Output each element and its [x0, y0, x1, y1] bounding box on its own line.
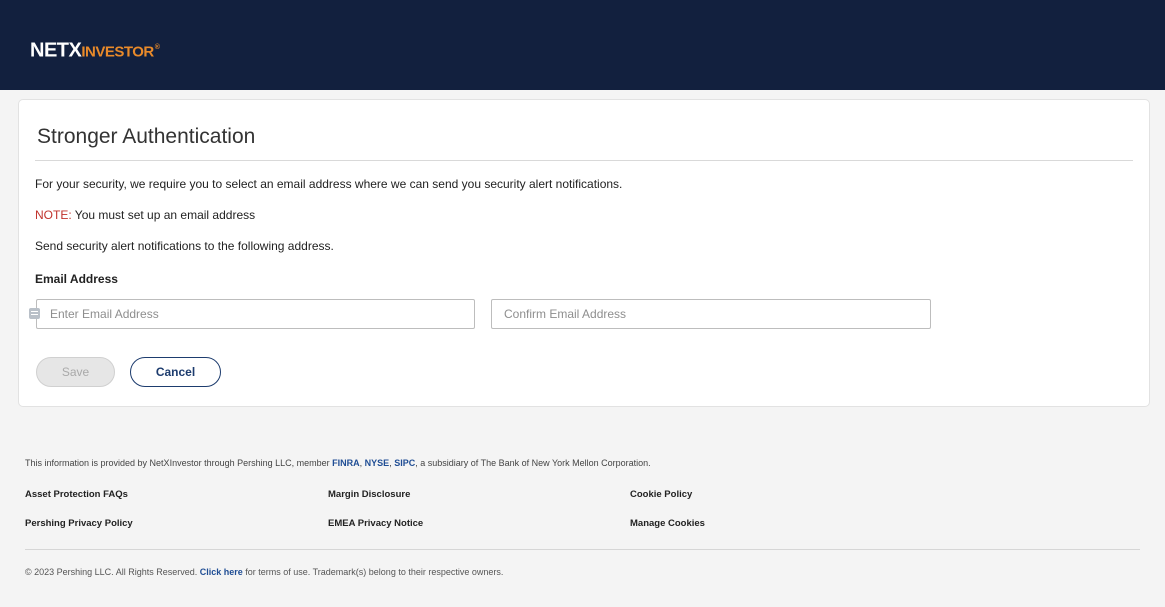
send-instruction-text: Send security alert notifications to the… [35, 239, 334, 253]
auth-card: Stronger Authentication For your securit… [18, 99, 1150, 407]
footer-link-margin-disclosure[interactable]: Margin Disclosure [328, 489, 410, 500]
copyright-text: © 2023 Pershing LLC. All Rights Reserved… [25, 567, 503, 577]
save-button[interactable]: Save [36, 357, 115, 387]
top-header: NETXINVESTOR® [0, 0, 1165, 90]
footer-disclosure: This information is provided by NetXInve… [25, 458, 651, 468]
confirm-email-input[interactable] [491, 299, 931, 329]
footer-link-cookie-policy[interactable]: Cookie Policy [630, 489, 692, 500]
disclosure-suffix: , a subsidiary of The Bank of New York M… [415, 458, 651, 468]
sipc-link[interactable]: SIPC [394, 458, 415, 468]
cancel-button[interactable]: Cancel [130, 357, 221, 387]
nyse-link[interactable]: NYSE [365, 458, 390, 468]
copyright-suffix: for terms of use. Trademark(s) belong to… [242, 567, 504, 577]
footer-link-pershing-privacy-policy[interactable]: Pershing Privacy Policy [25, 518, 133, 529]
title-divider [35, 160, 1133, 161]
footer-divider [25, 549, 1140, 550]
note-body: You must set up an email address [71, 208, 256, 222]
page-title: Stronger Authentication [37, 125, 256, 148]
disclosure-prefix: This information is provided by NetXInve… [25, 458, 333, 468]
copyright-prefix: © 2023 Pershing LLC. All Rights Reserved… [25, 567, 200, 577]
footer-link-asset-protection-faqs[interactable]: Asset Protection FAQs [25, 489, 128, 500]
finra-link[interactable]: FINRA [332, 458, 360, 468]
email-address-label: Email Address [35, 272, 118, 286]
logo-netx-text: NETX [30, 39, 82, 62]
note-label: NOTE: [35, 208, 72, 222]
logo-trademark: ® [154, 44, 160, 51]
email-input[interactable] [36, 299, 475, 329]
autofill-card-icon[interactable] [29, 308, 40, 319]
note-text: NOTE: You must set up an email address [35, 208, 255, 222]
netxinvestor-logo[interactable]: NETXINVESTOR® [30, 37, 160, 63]
terms-click-here-link[interactable]: Click here [200, 567, 243, 577]
footer-link-emea-privacy-notice[interactable]: EMEA Privacy Notice [328, 518, 423, 529]
intro-text: For your security, we require you to sel… [35, 177, 623, 191]
footer-link-manage-cookies[interactable]: Manage Cookies [630, 518, 705, 529]
logo-investor-text: INVESTOR [81, 43, 154, 61]
